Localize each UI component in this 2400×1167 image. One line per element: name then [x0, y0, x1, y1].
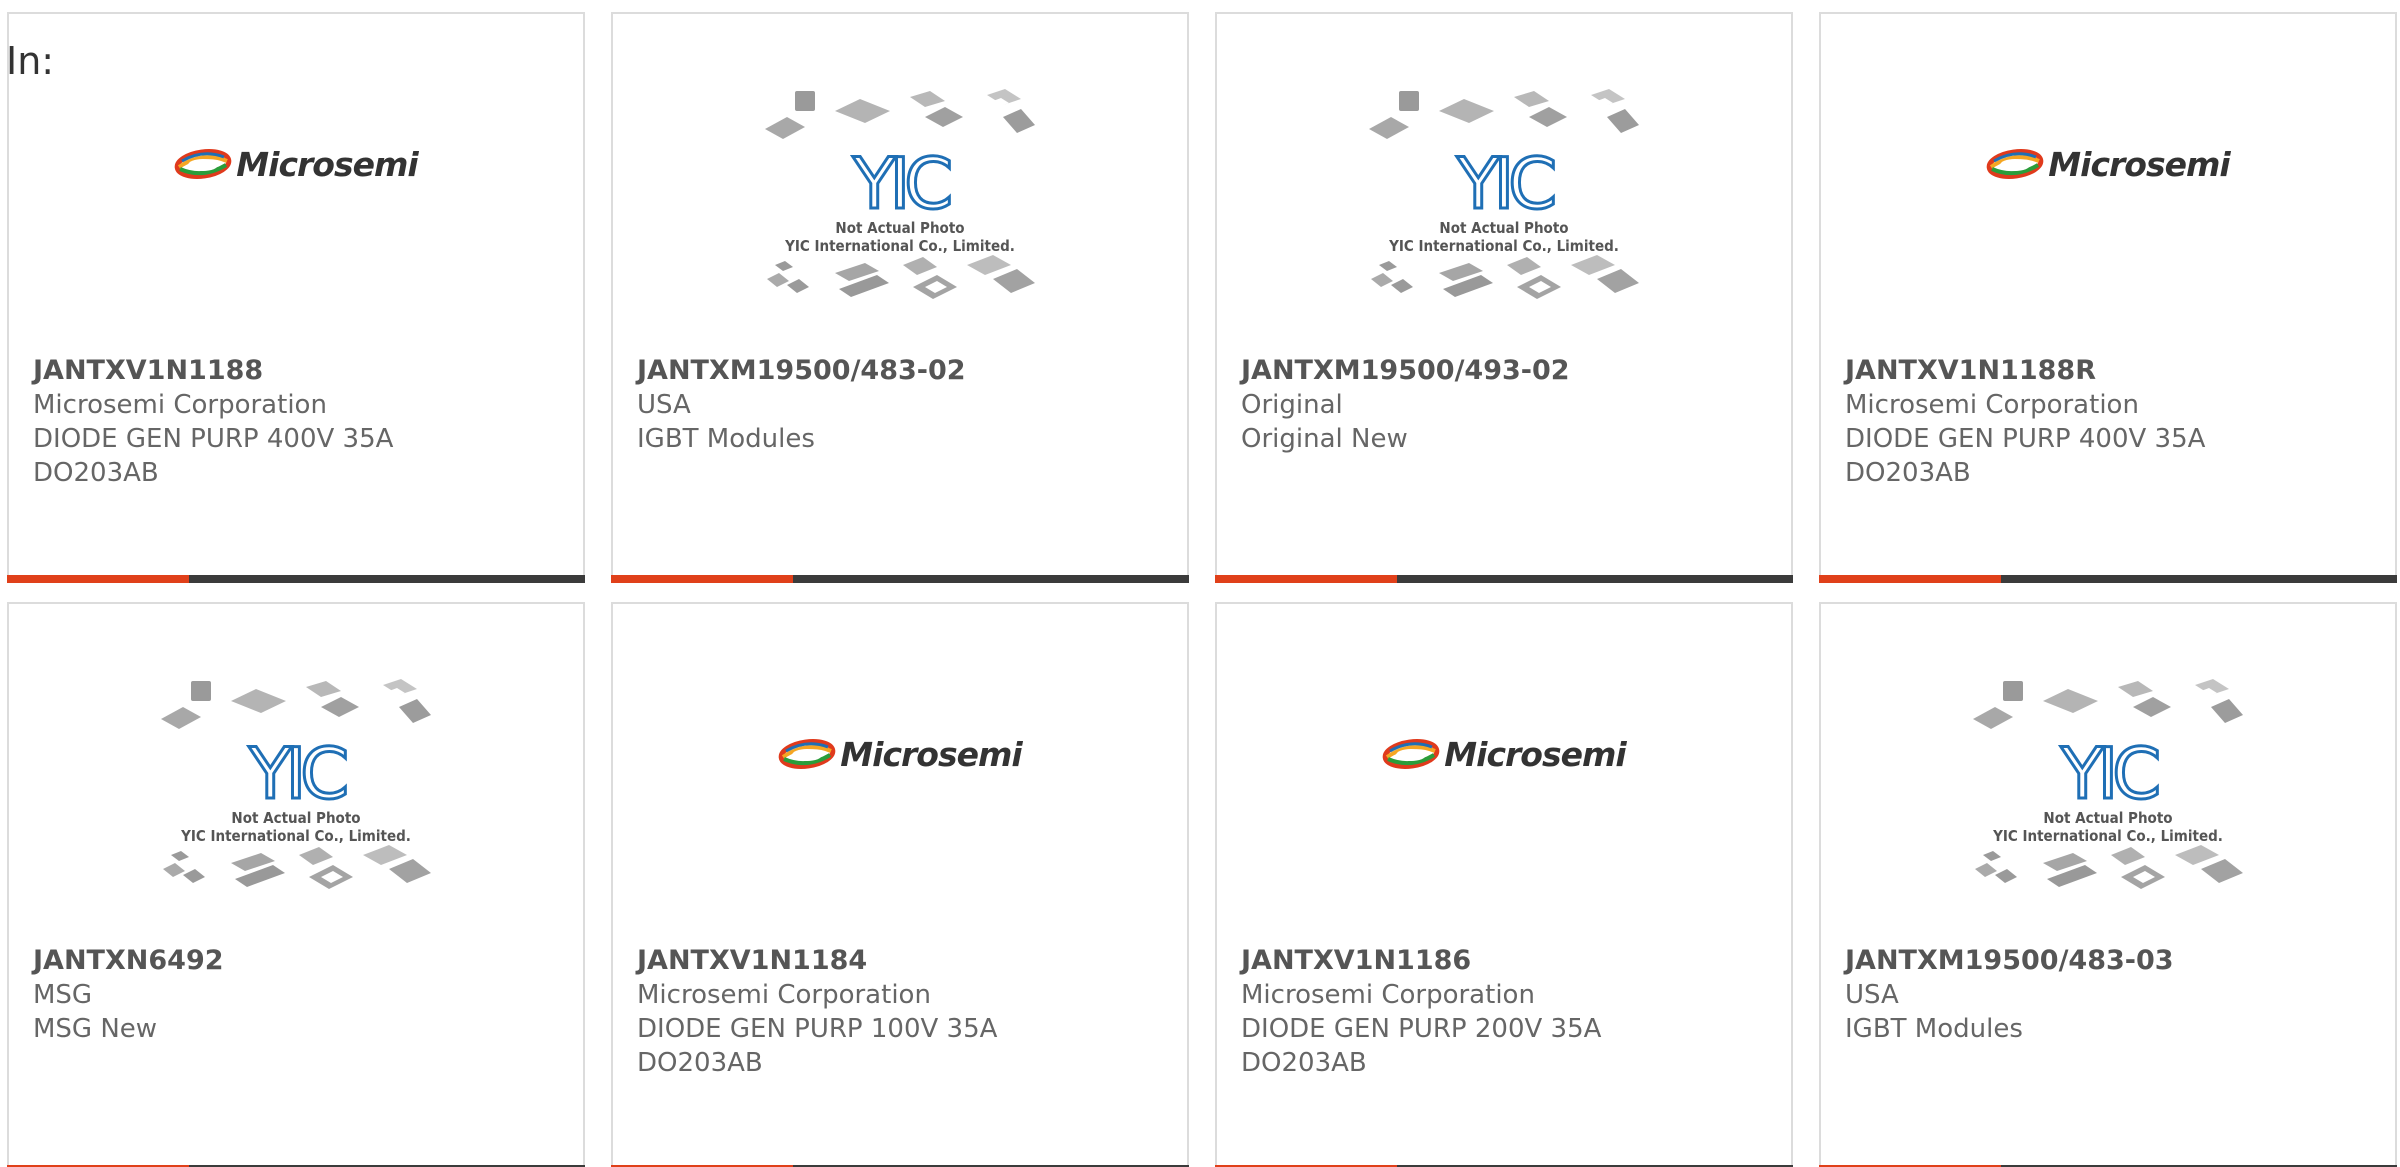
chip-packages-top-icon [1973, 679, 2243, 729]
card-accent-bar [1819, 575, 2001, 583]
placeholder-caption-1: Not Actual Photo [835, 219, 965, 237]
product-description: DIODE GEN PURP 400V 35A [33, 424, 394, 454]
product-description: DO203AB [1845, 458, 1971, 488]
placeholder-caption-1: Not Actual Photo [231, 809, 361, 827]
product-manufacturer: USA [637, 390, 691, 420]
placeholder-caption-2: YIC International Co., Limited. [1993, 827, 2223, 845]
card-bottom-bar [7, 575, 585, 583]
product-description: Original New [1241, 424, 1408, 454]
product-image[interactable]: Microsemi [1217, 604, 1791, 934]
product-card[interactable]: YIC Not Actual Photo YIC International C… [1819, 602, 2397, 1167]
product-card[interactable]: Microsemi JANTXV1N1186 Microsemi Corporat… [1215, 602, 1793, 1167]
product-listing-page: In: Microsemi JANTXV1N1188 Microsemi Corp… [0, 0, 2400, 1167]
in-label: In: [6, 39, 55, 83]
product-info: JANTXN6492 MSG MSG New [33, 944, 563, 1046]
product-description: DIODE GEN PURP 200V 35A [1241, 1014, 1602, 1044]
placeholder-caption-2: YIC International Co., Limited. [1389, 237, 1619, 255]
microsemi-logo-text: Microsemi [236, 144, 418, 184]
product-part-number[interactable]: JANTXM19500/483-03 [1845, 944, 2375, 978]
product-description: IGBT Modules [637, 424, 815, 454]
microsemi-logo-text: Microsemi [1444, 734, 1626, 774]
product-card[interactable]: YIC Not Actual Photo YIC International C… [611, 12, 1189, 583]
yic-placeholder-image: YIC Not Actual Photo YIC International C… [161, 679, 431, 899]
chip-packages-bottom-icon [1975, 845, 2243, 889]
placeholder-caption-2: YIC International Co., Limited. [785, 237, 1015, 255]
product-description: IGBT Modules [1845, 1014, 2023, 1044]
product-manufacturer: MSG [33, 980, 93, 1010]
product-card[interactable]: YIC Not Actual Photo YIC International C… [7, 602, 585, 1167]
chip-packages-top-icon [161, 679, 431, 729]
microsemi-logo: Microsemi [1986, 144, 2231, 184]
product-part-number[interactable]: JANTXV1N1188R [1845, 354, 2375, 388]
product-description: DO203AB [1241, 1048, 1367, 1078]
product-part-number[interactable]: JANTXV1N1186 [1241, 944, 1771, 978]
product-info: JANTXM19500/483-03 USA IGBT Modules [1845, 944, 2375, 1046]
product-manufacturer: Microsemi Corporation [33, 390, 327, 420]
card-accent-bar [7, 575, 189, 583]
product-image[interactable]: YIC Not Actual Photo YIC International C… [1821, 604, 2395, 934]
chip-packages-top-icon [1369, 89, 1639, 139]
microsemi-logo: Microsemi [778, 734, 1023, 774]
product-info: JANTXV1N1188 Microsemi Corporation DIODE G… [33, 354, 563, 490]
microsemi-logo-text: Microsemi [2048, 144, 2230, 184]
chip-packages-bottom-icon [1371, 255, 1639, 299]
product-info: JANTXV1N1186 Microsemi Corporation DIODE G… [1241, 944, 1771, 1080]
product-image[interactable]: YIC Not Actual Photo YIC International C… [1217, 14, 1791, 344]
product-card[interactable]: YIC Not Actual Photo YIC International C… [1215, 12, 1793, 583]
microsemi-logo-text: Microsemi [840, 734, 1022, 774]
yic-brand-mark: YIC [247, 733, 350, 815]
product-info: JANTXM19500/493-02 Original Original New [1241, 354, 1771, 456]
yic-brand-mark: YIC [2059, 733, 2162, 815]
microsemi-logo: Microsemi [1382, 734, 1627, 774]
product-manufacturer: Microsemi Corporation [637, 980, 931, 1010]
microsemi-logo: Microsemi [174, 144, 419, 184]
chip-packages-bottom-icon [767, 255, 1035, 299]
chip-packages-top-icon [765, 89, 1035, 139]
product-description: MSG New [33, 1014, 158, 1044]
product-manufacturer: Original [1241, 390, 1343, 420]
product-manufacturer: Microsemi Corporation [1845, 390, 2139, 420]
product-image[interactable]: Microsemi [613, 604, 1187, 934]
product-manufacturer: Microsemi Corporation [1241, 980, 1535, 1010]
product-description: DO203AB [637, 1048, 763, 1078]
product-info: JANTXV1N1188R Microsemi Corporation DIODE … [1845, 354, 2375, 490]
product-card[interactable]: Microsemi JANTXV1N1188 Microsemi Corporat… [7, 12, 585, 583]
product-description: DO203AB [33, 458, 159, 488]
product-part-number[interactable]: JANTXV1N1188 [33, 354, 563, 388]
product-info: JANTXM19500/483-02 USA IGBT Modules [637, 354, 1167, 456]
card-bottom-bar [1819, 575, 2397, 583]
product-image[interactable]: YIC Not Actual Photo YIC International C… [9, 604, 583, 934]
product-card[interactable]: Microsemi JANTXV1N1188R Microsemi Corpora… [1819, 12, 2397, 583]
card-accent-bar [611, 575, 793, 583]
product-image[interactable]: Microsemi [9, 14, 583, 344]
yic-placeholder-image: YIC Not Actual Photo YIC International C… [765, 89, 1035, 309]
product-manufacturer: USA [1845, 980, 1899, 1010]
product-description: DIODE GEN PURP 400V 35A [1845, 424, 2206, 454]
card-bottom-bar [611, 575, 1189, 583]
microsemi-swoosh-icon [174, 149, 232, 179]
yic-placeholder-image: YIC Not Actual Photo YIC International C… [1973, 679, 2243, 899]
product-part-number[interactable]: JANTXN6492 [33, 944, 563, 978]
product-info: JANTXV1N1184 Microsemi Corporation DIODE G… [637, 944, 1167, 1080]
microsemi-swoosh-icon [1986, 149, 2044, 179]
product-part-number[interactable]: JANTXM19500/493-02 [1241, 354, 1771, 388]
product-description: DIODE GEN PURP 100V 35A [637, 1014, 998, 1044]
yic-placeholder-image: YIC Not Actual Photo YIC International C… [1369, 89, 1639, 309]
placeholder-caption-1: Not Actual Photo [1439, 219, 1569, 237]
product-part-number[interactable]: JANTXM19500/483-02 [637, 354, 1167, 388]
yic-brand-mark: YIC [851, 143, 954, 225]
product-card[interactable]: Microsemi JANTXV1N1184 Microsemi Corporat… [611, 602, 1189, 1167]
microsemi-swoosh-icon [1382, 739, 1440, 769]
product-image[interactable]: Microsemi [1821, 14, 2395, 344]
chip-packages-bottom-icon [163, 845, 431, 889]
microsemi-swoosh-icon [778, 739, 836, 769]
card-accent-bar [1215, 575, 1397, 583]
placeholder-caption-2: YIC International Co., Limited. [181, 827, 411, 845]
yic-brand-mark: YIC [1455, 143, 1558, 225]
card-bottom-bar [1215, 575, 1793, 583]
product-part-number[interactable]: JANTXV1N1184 [637, 944, 1167, 978]
placeholder-caption-1: Not Actual Photo [2043, 809, 2173, 827]
product-image[interactable]: YIC Not Actual Photo YIC International C… [613, 14, 1187, 344]
